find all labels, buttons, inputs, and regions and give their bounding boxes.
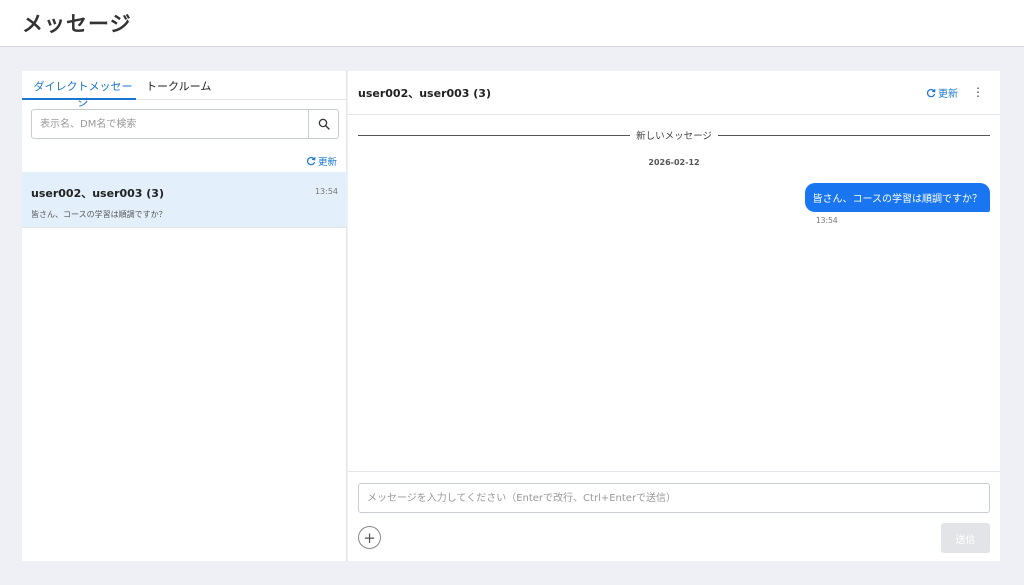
message-input[interactable] (358, 483, 990, 513)
list-tabs: ダイレクトメッセージ トークルーム (22, 71, 347, 109)
conversation-preview: 皆さん、コースの学習は順調ですか？ (31, 210, 167, 219)
app-header: メッセージ (0, 0, 1024, 47)
add-attachment-button[interactable]: + (358, 526, 381, 549)
chat-panel: user002、user003 (3) 更新 ⋮ 新しいメッセージ 2026-0… (348, 71, 1000, 561)
chat-header: user002、user003 (3) 更新 ⋮ (348, 71, 1000, 115)
search-input[interactable] (32, 110, 308, 138)
search-button[interactable] (308, 110, 338, 138)
conversation-item[interactable]: user002、user003 (3) 13:54 皆さん、コースの学習は順調で… (22, 172, 347, 228)
conversation-list-panel: ダイレクトメッセージ トークルーム 更新 user002、user003 (3)… (22, 71, 347, 561)
send-button[interactable]: 送信 (941, 523, 990, 553)
divider-label: 新しいメッセージ (636, 131, 712, 142)
more-vert-icon[interactable]: ⋮ (972, 83, 984, 101)
search-icon (318, 118, 330, 130)
plus-icon: + (363, 528, 376, 547)
refresh-label: 更新 (938, 89, 958, 100)
active-tab-indicator (22, 98, 136, 100)
conversation-name: user002、user003 (3) (31, 187, 164, 200)
date-label: 2026-02-12 (648, 158, 700, 167)
refresh-chat-button[interactable]: 更新 (926, 85, 958, 100)
tab-direct-message[interactable]: ダイレクトメッセージ (31, 78, 135, 110)
refresh-icon (306, 156, 316, 166)
message-time: 13:54 (816, 216, 838, 225)
new-messages-divider: 新しいメッセージ (358, 128, 990, 142)
page-title: メッセージ (22, 12, 132, 36)
refresh-label: 更新 (317, 157, 337, 168)
divider-line (717, 134, 990, 136)
message-bubble: 皆さん、コースの学習は順調ですか？ (804, 183, 990, 212)
refresh-icon (926, 88, 936, 97)
refresh-list-button[interactable]: 更新 (306, 154, 337, 168)
divider-line (358, 134, 631, 136)
search-box (31, 109, 339, 139)
conversation-time: 13:54 (314, 187, 338, 196)
message-composer: + 送信 (348, 471, 1000, 561)
chat-title: user002、user003 (3) (358, 87, 491, 100)
tab-talk-room[interactable]: トークルーム (146, 78, 211, 94)
